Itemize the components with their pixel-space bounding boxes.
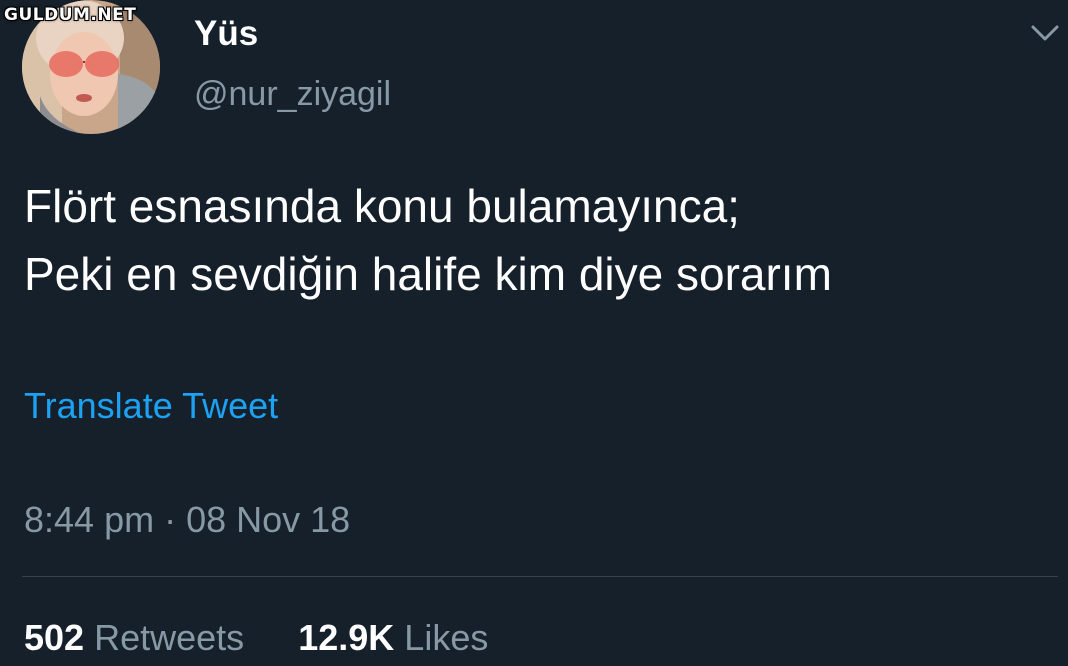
tweet-stats: 502 Retweets 12.9K Likes [24, 620, 488, 656]
tweet-text: Flört esnasında konu bulamayınca; Peki e… [24, 172, 1064, 308]
likes-label: Likes [404, 617, 489, 658]
tweet-timestamp[interactable]: 8:44 pm · 08 Nov 18 [24, 502, 350, 538]
likes-count: 12.9K [298, 617, 395, 658]
tweet-text-line: Peki en sevdiğin halife kim diye sorarım [24, 248, 832, 300]
display-name[interactable]: Yüs [194, 16, 258, 51]
retweets-stat[interactable]: 502 Retweets [24, 617, 254, 658]
retweets-count: 502 [24, 617, 85, 658]
chevron-down-icon[interactable] [1028, 20, 1062, 46]
translate-tweet-link[interactable]: Translate Tweet [24, 388, 278, 424]
likes-stat[interactable]: 12.9K Likes [288, 617, 488, 658]
retweets-label: Retweets [94, 617, 245, 658]
watermark: GULDUM.NET [4, 5, 137, 25]
user-handle[interactable]: @nur_ziyagil [194, 77, 391, 111]
tweet-text-line: Flört esnasında konu bulamayınca; [24, 180, 740, 232]
divider [22, 576, 1058, 577]
